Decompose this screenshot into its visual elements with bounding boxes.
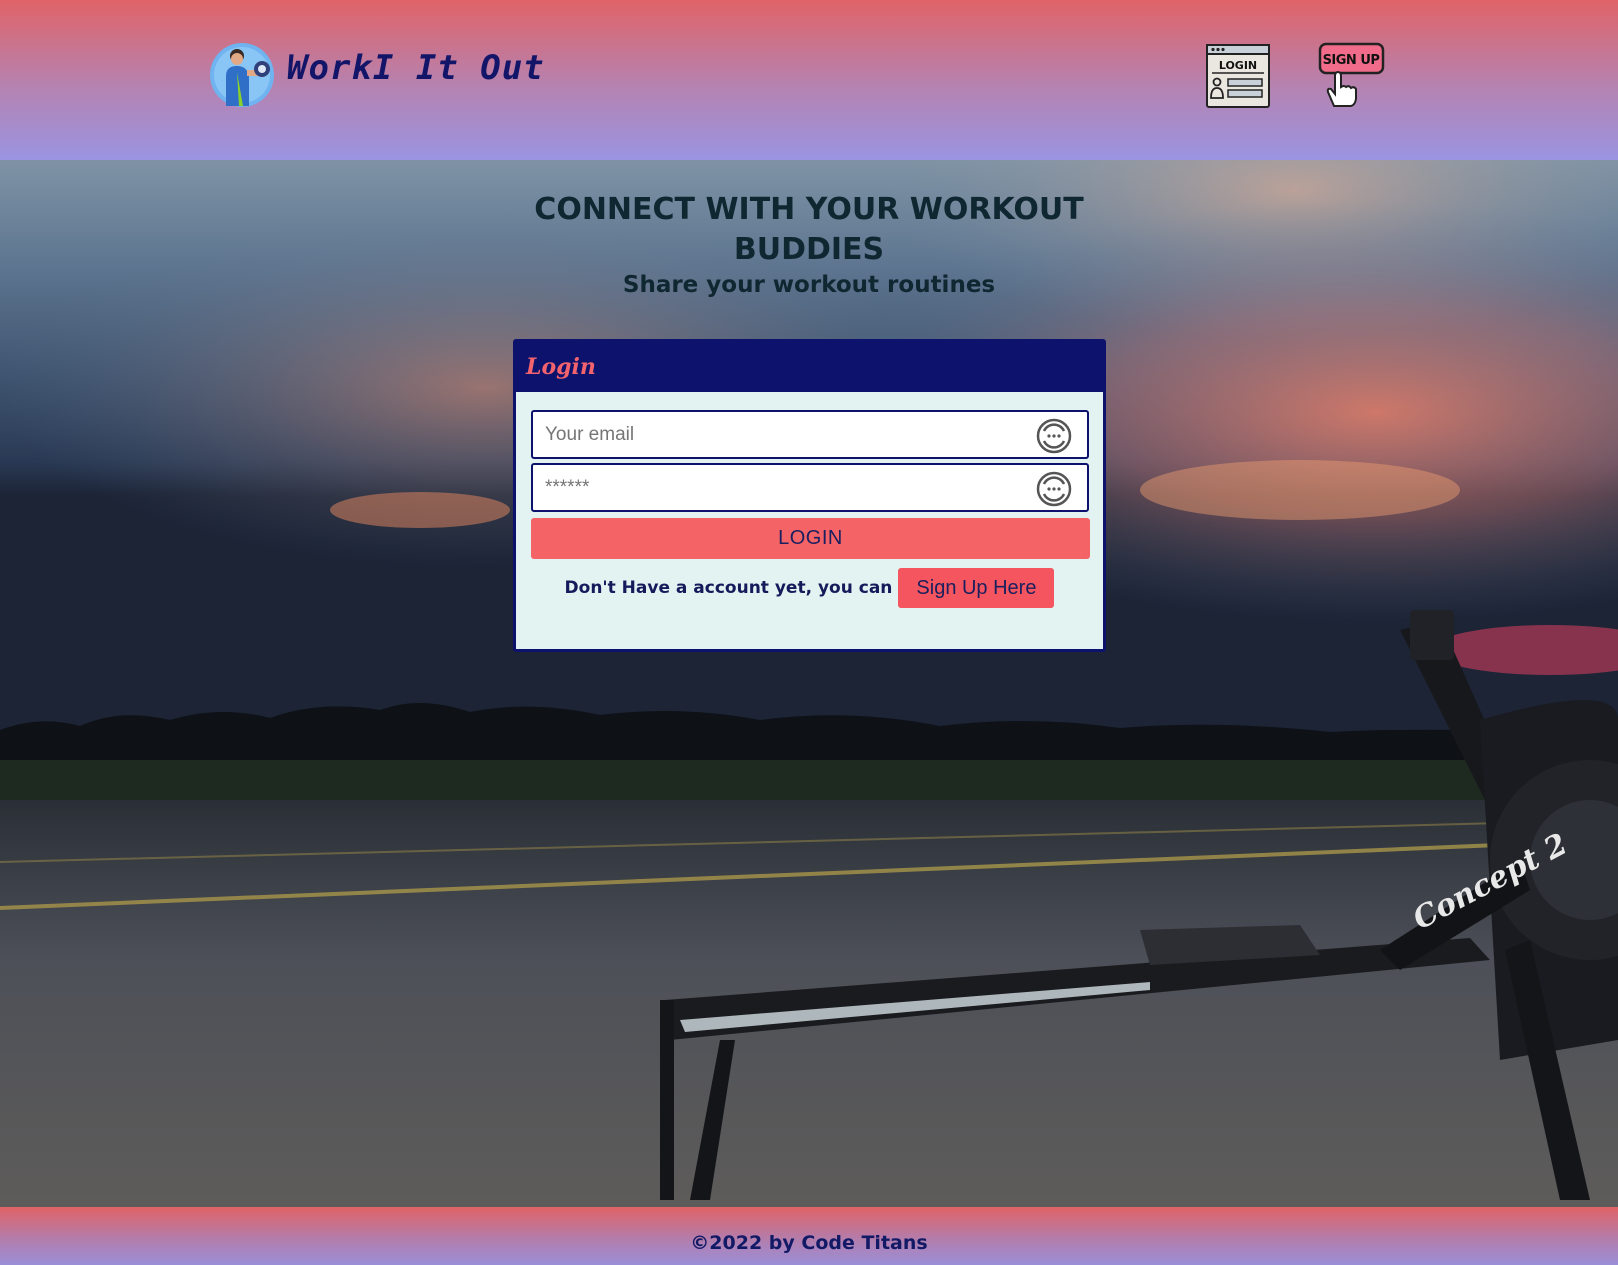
hero-subline: Share your workout routines — [622, 272, 996, 298]
signup-row: Don't Have a account yet, you can Sign U… — [516, 568, 1103, 608]
password-field[interactable] — [531, 463, 1089, 512]
email-field[interactable] — [531, 410, 1089, 459]
password-input[interactable] — [545, 465, 1025, 510]
logo-icon[interactable] — [209, 42, 275, 108]
login-nav-icon[interactable]: LOGIN — [1206, 44, 1270, 108]
hero-headline: CONNECT WITH YOUR WORKOUT BUDDIES — [534, 192, 1084, 267]
hero-section: Concept 2 CONNECT WITH YOUR WORKOUT BUDD… — [0, 160, 1618, 1207]
site-header: WorkI It Out LOGIN SIGN UP — [0, 0, 1618, 160]
password-manager-icon[interactable] — [1036, 418, 1072, 454]
login-card-title: Login — [526, 354, 596, 380]
login-nav-icon-text: LOGIN — [1219, 59, 1257, 72]
hero-background-image: Concept 2 — [0, 160, 1618, 1207]
brand-name[interactable]: WorkI It Out — [287, 48, 545, 88]
login-card-header: Login — [516, 342, 1103, 392]
password-manager-icon[interactable] — [1036, 471, 1072, 507]
login-button[interactable]: LOGIN — [531, 518, 1090, 559]
signup-prompt: Don't Have a account yet, you can — [564, 578, 893, 598]
signup-here-button[interactable]: Sign Up Here — [898, 568, 1055, 608]
signup-nav-icon-text: SIGN UP — [1323, 53, 1380, 68]
footer-copyright: ©2022 by Code Titans — [690, 1232, 928, 1254]
email-input[interactable] — [545, 412, 1025, 457]
signup-nav-icon[interactable]: SIGN UP — [1318, 42, 1386, 110]
login-card: Login LOGIN Don't Have a account yet, yo… — [513, 339, 1106, 652]
site-footer: ©2022 by Code Titans — [0, 1207, 1618, 1265]
